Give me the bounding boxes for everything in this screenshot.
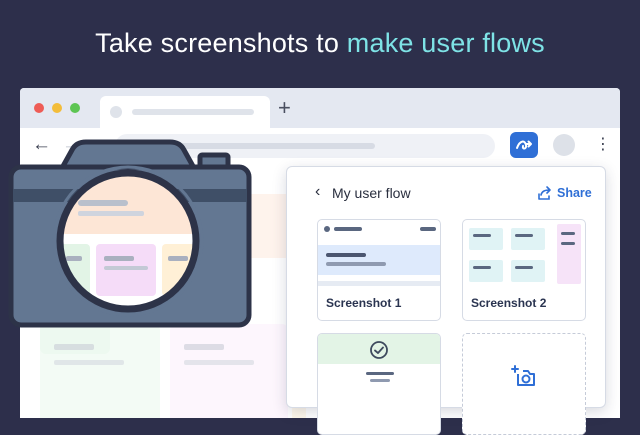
headline: Take screenshots to make user flows [0, 28, 640, 59]
address-placeholder [155, 143, 375, 149]
placeholder-line [54, 344, 94, 350]
thumb-tile [511, 260, 545, 282]
screenshot-card[interactable] [317, 333, 441, 435]
thumb-line [326, 253, 366, 257]
content-card [170, 324, 288, 418]
extension-flow-icon [516, 140, 532, 150]
tab-favicon [110, 106, 122, 118]
check-circle-icon [370, 341, 388, 359]
add-screenshot-button[interactable] [462, 333, 586, 435]
thumb-line [334, 227, 362, 231]
content-card [40, 324, 160, 418]
thumb-tile [469, 260, 503, 282]
thumb-line [515, 266, 533, 269]
thumb-line [326, 262, 386, 266]
extension-button[interactable] [510, 132, 538, 158]
profile-avatar[interactable] [553, 134, 575, 156]
thumb-dot [324, 226, 330, 232]
add-photo-icon [511, 365, 535, 386]
browser-toolbar: ← → ⋮ [20, 128, 620, 164]
thumb-line [366, 372, 394, 375]
chevron-left-icon[interactable]: ‹ [315, 183, 320, 201]
thumb-line [561, 242, 575, 245]
popup-header: ‹ My user flow Share [287, 167, 605, 217]
headline-lead: Take screenshots to [95, 28, 347, 58]
thumb-line [420, 227, 436, 231]
screenshot-card[interactable]: Screenshot 1 [317, 219, 441, 321]
placeholder-line [184, 344, 224, 350]
tab-title-placeholder [132, 109, 254, 115]
thumb-line [318, 281, 440, 286]
thumb-line [561, 232, 575, 235]
maximize-window-dot[interactable] [70, 103, 80, 113]
kebab-menu-icon[interactable]: ⋮ [595, 136, 611, 154]
screenshot-label: Screenshot 2 [471, 296, 547, 310]
flow-title: My user flow [332, 185, 411, 201]
forward-button[interactable]: → [62, 134, 81, 156]
screenshot-card[interactable]: Screenshot 2 [462, 219, 586, 321]
address-bar[interactable] [115, 134, 495, 158]
minimize-window-dot[interactable] [52, 103, 62, 113]
screenshot-label: Screenshot 1 [326, 296, 402, 310]
close-window-dot[interactable] [34, 103, 44, 113]
thumb-line [473, 234, 491, 237]
thumb-line [370, 379, 390, 382]
thumb-banner [318, 245, 440, 275]
headline-accent: make user flows [346, 28, 545, 58]
thumb-line [473, 266, 491, 269]
thumb-tile [511, 228, 545, 250]
placeholder-line [54, 360, 124, 365]
placeholder-line [184, 360, 254, 365]
back-button[interactable]: ← [32, 134, 51, 156]
browser-tab[interactable] [100, 96, 270, 128]
user-flow-popup: ‹ My user flow Share Screenshot 1 Screen… [286, 166, 606, 435]
thumb-tile [469, 228, 503, 250]
thumb-line [515, 234, 533, 237]
tab-strip: + [20, 88, 620, 128]
share-icon[interactable] [537, 185, 553, 201]
content-card [40, 194, 300, 258]
new-tab-button[interactable]: + [278, 96, 291, 120]
share-button[interactable]: Share [557, 186, 592, 200]
